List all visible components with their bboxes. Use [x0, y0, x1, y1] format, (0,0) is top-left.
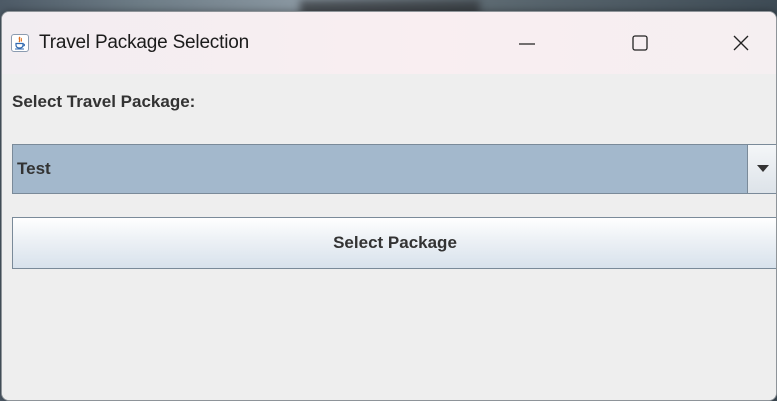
window-title: Travel Package Selection [39, 32, 249, 53]
package-combo-box[interactable]: Test [12, 144, 776, 194]
content-pane: Select Travel Package: Test Select Packa… [2, 74, 776, 400]
title-bar[interactable]: Travel Package Selection [2, 12, 776, 74]
close-icon [733, 35, 749, 51]
app-window: Travel Package Selection Select Travel P… [1, 11, 777, 401]
package-label: Select Travel Package: [12, 92, 196, 111]
combo-selected-value: Test [17, 159, 51, 178]
combo-arrow-button[interactable] [747, 145, 776, 193]
java-app-icon [11, 34, 29, 52]
minimize-button[interactable] [492, 12, 562, 74]
select-package-button-label: Select Package [333, 233, 457, 252]
caret-down-icon [757, 165, 769, 172]
maximize-icon [632, 35, 648, 51]
select-package-button[interactable]: Select Package [12, 217, 776, 269]
close-button[interactable] [706, 12, 776, 74]
maximize-button[interactable] [605, 12, 675, 74]
minimize-icon [519, 43, 535, 45]
